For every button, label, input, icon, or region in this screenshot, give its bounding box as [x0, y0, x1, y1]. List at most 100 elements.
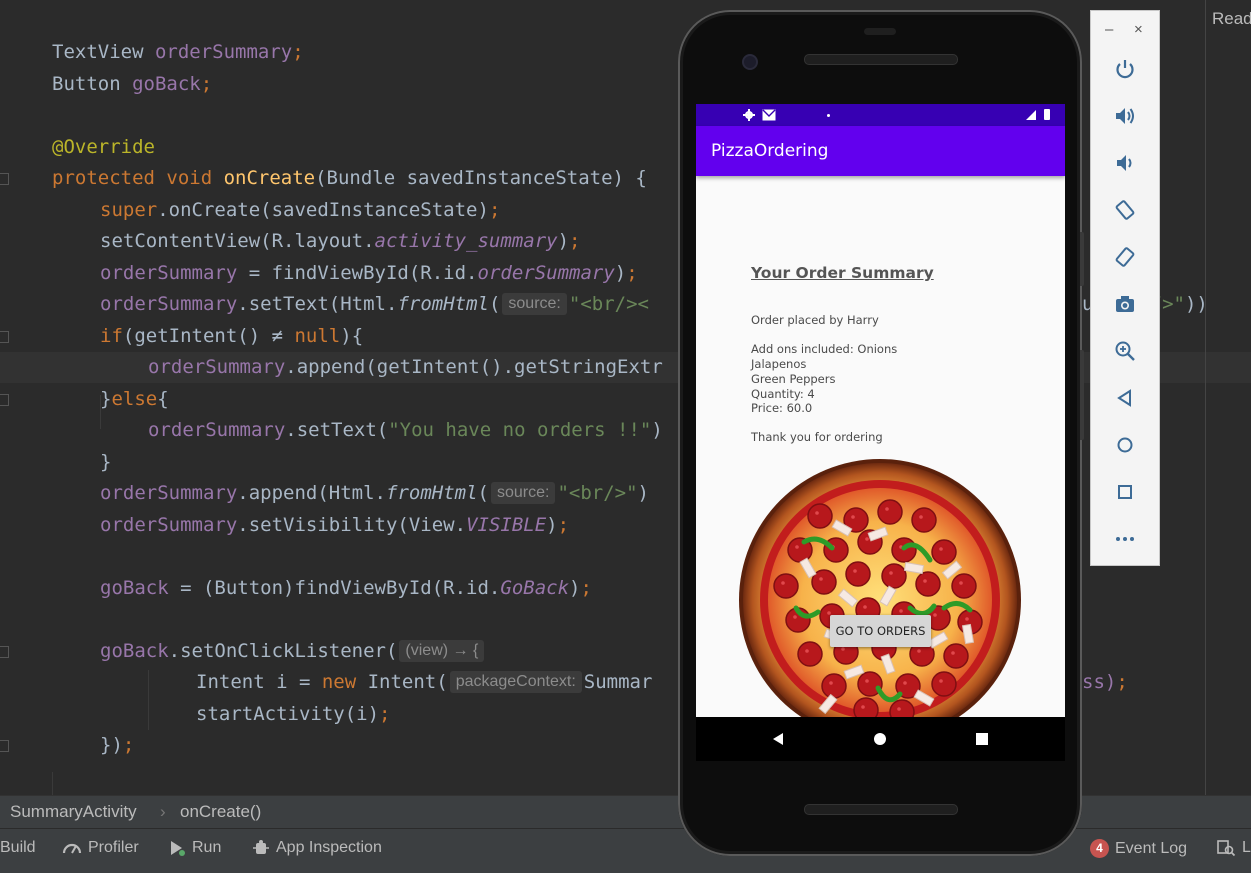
- volume-side-button: [1080, 350, 1084, 440]
- code-token: Intent i =: [196, 671, 322, 693]
- code-token: protected: [52, 167, 167, 189]
- code-line[interactable]: @Override: [52, 132, 155, 163]
- code-line[interactable]: orderSummary = findViewById(R.id.orderSu…: [100, 258, 638, 289]
- code-line[interactable]: super.onCreate(savedInstanceState);: [100, 195, 500, 226]
- code-line[interactable]: }: [100, 447, 111, 478]
- pepperoni-fat-spot: [923, 579, 927, 583]
- pepperoni-slice: [911, 507, 937, 533]
- code-line[interactable]: Intent i = new Intent(packageContext: Sum…: [196, 667, 652, 698]
- nav-back-button[interactable]: [768, 729, 788, 749]
- signal-icon: [1026, 110, 1036, 120]
- addon-jalapenos-text: Jalapenos: [751, 357, 807, 371]
- volume-down-button[interactable]: [1112, 150, 1138, 176]
- code-line-tail[interactable]: ss);: [1082, 667, 1128, 698]
- code-token: (Bundle savedInstanceState) {: [315, 167, 647, 189]
- build-tab[interactable]: Build: [0, 839, 36, 857]
- code-line[interactable]: startActivity(i);: [196, 699, 390, 730]
- code-token: goBack: [100, 576, 169, 599]
- fold-marker-icon[interactable]: [0, 393, 9, 406]
- code-line[interactable]: goBack = (Button)findViewById(R.id.GoBac…: [100, 573, 592, 604]
- app-inspection-tab[interactable]: App Inspection: [252, 839, 382, 857]
- code-token: "You have no orders !!": [388, 419, 652, 441]
- code-line[interactable]: goBack.setOnClickListener((view) → {: [100, 636, 486, 667]
- code-token: ;: [292, 41, 304, 63]
- code-token: .onCreate(savedInstanceState): [157, 198, 489, 221]
- event-log-tab[interactable]: 4 Event Log: [1090, 839, 1187, 858]
- price-text: Price: 60.0: [751, 401, 813, 415]
- breadcrumb-class[interactable]: SummaryActivity: [10, 802, 137, 822]
- minimize-button[interactable]: –: [1105, 21, 1113, 38]
- pizza-image: [739, 459, 1021, 717]
- breadcrumb-method[interactable]: onCreate(): [180, 802, 261, 822]
- code-token: = (Button)findViewById(R.id.: [168, 576, 501, 599]
- phone-screen[interactable]: PizzaOrdering Your Order Summary Order p…: [696, 104, 1065, 717]
- indent-guide: [148, 670, 149, 730]
- pepperoni-slice: [797, 641, 823, 667]
- fold-marker-icon[interactable]: [0, 645, 9, 658]
- battery-icon: [1044, 109, 1050, 120]
- home-button[interactable]: [1112, 432, 1138, 458]
- power-side-button: [1080, 232, 1084, 286]
- nav-overview-button[interactable]: [972, 729, 992, 749]
- event-log-label: Event Log: [1115, 839, 1188, 857]
- fold-marker-icon[interactable]: [0, 173, 9, 185]
- more-button[interactable]: [1112, 526, 1138, 552]
- code-token: Summar: [583, 671, 653, 693]
- power-button[interactable]: [1112, 56, 1138, 82]
- code-token: .append(getIntent().getStringExtr: [285, 356, 663, 378]
- fold-marker-icon[interactable]: [0, 740, 9, 752]
- code-token: (: [477, 482, 489, 504]
- screenshot-button[interactable]: [1112, 291, 1138, 317]
- close-button[interactable]: ×: [1134, 21, 1143, 38]
- volume-up-button[interactable]: [1112, 103, 1138, 129]
- code-line[interactable]: orderSummary.setText(Html.fromHtml(sourc…: [100, 289, 649, 320]
- home-circle-icon: [874, 733, 886, 745]
- code-line[interactable]: Button goBack;: [52, 69, 212, 100]
- code-line[interactable]: orderSummary.setText("You have no orders…: [148, 415, 663, 446]
- rotate-left-button[interactable]: [1112, 197, 1138, 223]
- reader-mode-label[interactable]: Read: [1212, 9, 1251, 29]
- code-line[interactable]: orderSummary.append(Html.fromHtml(source…: [100, 478, 649, 509]
- code-token: orderSummary: [477, 261, 615, 284]
- code-line[interactable]: TextView orderSummary;: [52, 37, 304, 68]
- run-tab[interactable]: Run: [168, 839, 221, 857]
- code-line[interactable]: orderSummary.append(getIntent().getStrin…: [148, 352, 663, 383]
- code-line[interactable]: orderSummary.setVisibility(View.VISIBLE)…: [100, 510, 569, 541]
- code-line[interactable]: setContentView(R.layout.activity_summary…: [100, 226, 580, 257]
- back-button[interactable]: [1112, 385, 1138, 411]
- rotate-right-button[interactable]: [1112, 244, 1138, 270]
- nav-home-button[interactable]: [870, 729, 890, 749]
- code-token: VISIBLE: [466, 513, 547, 536]
- code-line[interactable]: });: [100, 730, 134, 761]
- code-token: orderSummary: [154, 41, 293, 63]
- pepperoni-fat-spot: [889, 571, 893, 575]
- code-line[interactable]: protected void onCreate(Bundle savedInst…: [52, 163, 647, 194]
- code-token: ): [546, 513, 558, 536]
- pepperoni-fat-spot: [795, 545, 799, 549]
- code-token: Button: [52, 72, 133, 95]
- profiler-label: Profiler: [88, 839, 139, 856]
- code-token: ;: [626, 261, 638, 284]
- code-token: fromHtml: [397, 293, 489, 315]
- profiler-tab[interactable]: Profiler: [62, 839, 139, 857]
- pepperoni-fat-spot: [853, 569, 857, 573]
- code-line[interactable]: }else{: [100, 384, 169, 415]
- code-token: }: [100, 450, 112, 473]
- overview-icon: [1118, 485, 1132, 499]
- code-token: ): [614, 261, 627, 284]
- code-token: }: [100, 387, 112, 410]
- quantity-text: Quantity: 4: [751, 387, 815, 401]
- code-line[interactable]: if(getIntent() ≠ null){: [100, 321, 363, 352]
- pepperoni-fat-spot: [965, 617, 969, 621]
- code-token: if: [100, 324, 123, 347]
- profiler-icon: [62, 843, 82, 854]
- zoom-button[interactable]: [1112, 338, 1138, 364]
- overview-button[interactable]: [1112, 479, 1138, 505]
- go-to-orders-button[interactable]: GO TO ORDERS: [830, 615, 931, 647]
- code-token: ;: [200, 72, 213, 95]
- code-token: .setText(: [285, 419, 389, 441]
- code-token: fromHtml: [386, 482, 478, 504]
- fold-marker-icon[interactable]: [0, 330, 9, 343]
- code-token: TextView: [52, 41, 155, 63]
- layout-inspector-tab[interactable]: L: [1216, 839, 1251, 857]
